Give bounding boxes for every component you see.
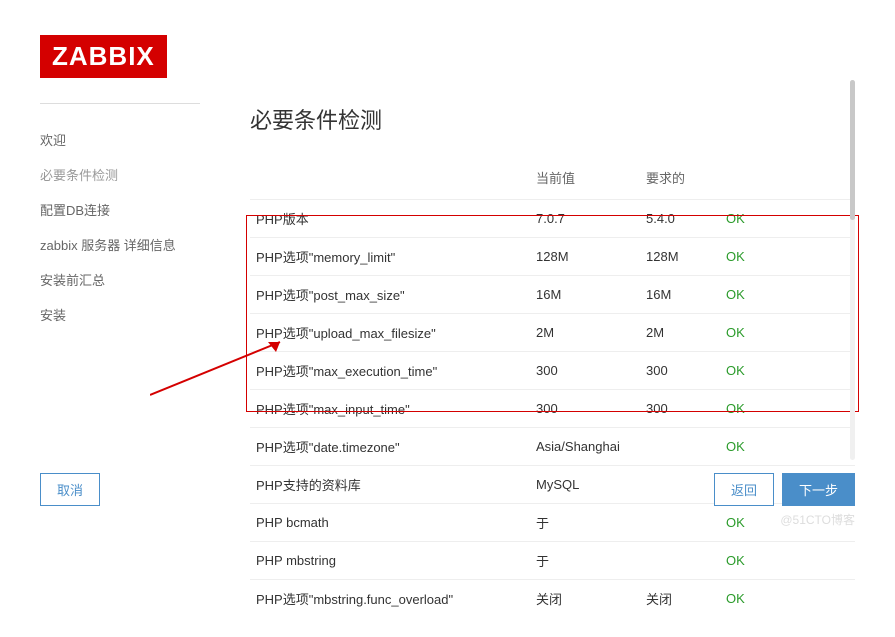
prerequisites-table: 当前值 要求的 PHP版本 7.0.7 5.4.0 OKPHP选项"memory… — [250, 160, 855, 617]
row-current: 300 — [530, 352, 640, 390]
row-required: 300 — [640, 390, 720, 428]
row-current: 16M — [530, 276, 640, 314]
row-required: 2M — [640, 314, 720, 352]
row-required: 关闭 — [640, 580, 720, 618]
table-row: PHP选项"post_max_size" 16M 16M OK — [250, 276, 855, 314]
next-button[interactable]: 下一步 — [782, 473, 855, 506]
row-current: 128M — [530, 238, 640, 276]
sidebar-item-db[interactable]: 配置DB连接 — [40, 192, 200, 227]
main-content: 必要条件检测 当前值 要求的 PHP版本 7.0.7 5.4.0 OKPHP选项… — [250, 103, 855, 617]
row-current: Asia/Shanghai — [530, 428, 640, 466]
row-status: OK — [720, 542, 855, 580]
table-row: PHP选项"memory_limit" 128M 128M OK — [250, 238, 855, 276]
scrollbar[interactable] — [850, 80, 855, 460]
row-name: PHP选项"date.timezone" — [250, 428, 530, 466]
row-name: PHP选项"mbstring.func_overload" — [250, 580, 530, 618]
row-current: 300 — [530, 390, 640, 428]
row-status: OK — [720, 200, 855, 238]
table-row: PHP mbstring 于 OK — [250, 542, 855, 580]
row-required: 16M — [640, 276, 720, 314]
row-current: 7.0.7 — [530, 200, 640, 238]
table-row: PHP选项"date.timezone" Asia/Shanghai OK — [250, 428, 855, 466]
table-row: PHP选项"max_execution_time" 300 300 OK — [250, 352, 855, 390]
row-required: 5.4.0 — [640, 200, 720, 238]
row-name: PHP版本 — [250, 200, 530, 238]
row-name: PHP选项"memory_limit" — [250, 238, 530, 276]
table-row: PHP选项"upload_max_filesize" 2M 2M OK — [250, 314, 855, 352]
row-required — [640, 542, 720, 580]
sidebar-item-server-details[interactable]: zabbix 服务器 详细信息 — [40, 227, 200, 262]
back-button[interactable]: 返回 — [714, 473, 774, 506]
page-title: 必要条件检测 — [250, 103, 855, 135]
header-required: 要求的 — [640, 160, 720, 200]
logo: ZABBIX — [40, 35, 167, 78]
row-current: 2M — [530, 314, 640, 352]
table-row: PHP选项"mbstring.func_overload" 关闭 关闭 OK — [250, 580, 855, 618]
sidebar: 欢迎 必要条件检测 配置DB连接 zabbix 服务器 详细信息 安装前汇总 安… — [40, 103, 200, 617]
row-name: PHP选项"max_execution_time" — [250, 352, 530, 390]
row-name: PHP选项"post_max_size" — [250, 276, 530, 314]
row-status: OK — [720, 580, 855, 618]
header-current: 当前值 — [530, 160, 640, 200]
row-status: OK — [720, 428, 855, 466]
row-status: OK — [720, 238, 855, 276]
row-required: 300 — [640, 352, 720, 390]
sidebar-item-welcome[interactable]: 欢迎 — [40, 122, 200, 157]
row-name: PHP选项"max_input_time" — [250, 390, 530, 428]
sidebar-item-prerequisites[interactable]: 必要条件检测 — [40, 157, 200, 192]
table-row: PHP选项"max_input_time" 300 300 OK — [250, 390, 855, 428]
watermark: @51CTO博客 — [780, 511, 855, 528]
sidebar-item-summary[interactable]: 安装前汇总 — [40, 262, 200, 297]
row-name: PHP选项"upload_max_filesize" — [250, 314, 530, 352]
row-required: 128M — [640, 238, 720, 276]
scroll-thumb[interactable] — [850, 80, 855, 220]
row-status: OK — [720, 352, 855, 390]
sidebar-item-install[interactable]: 安装 — [40, 297, 200, 332]
row-required — [640, 428, 720, 466]
table-row: PHP版本 7.0.7 5.4.0 OK — [250, 200, 855, 238]
cancel-button[interactable]: 取消 — [40, 473, 100, 506]
row-current: 于 — [530, 542, 640, 580]
row-name: PHP mbstring — [250, 542, 530, 580]
row-status: OK — [720, 390, 855, 428]
row-status: OK — [720, 314, 855, 352]
row-current: 关闭 — [530, 580, 640, 618]
row-status: OK — [720, 276, 855, 314]
